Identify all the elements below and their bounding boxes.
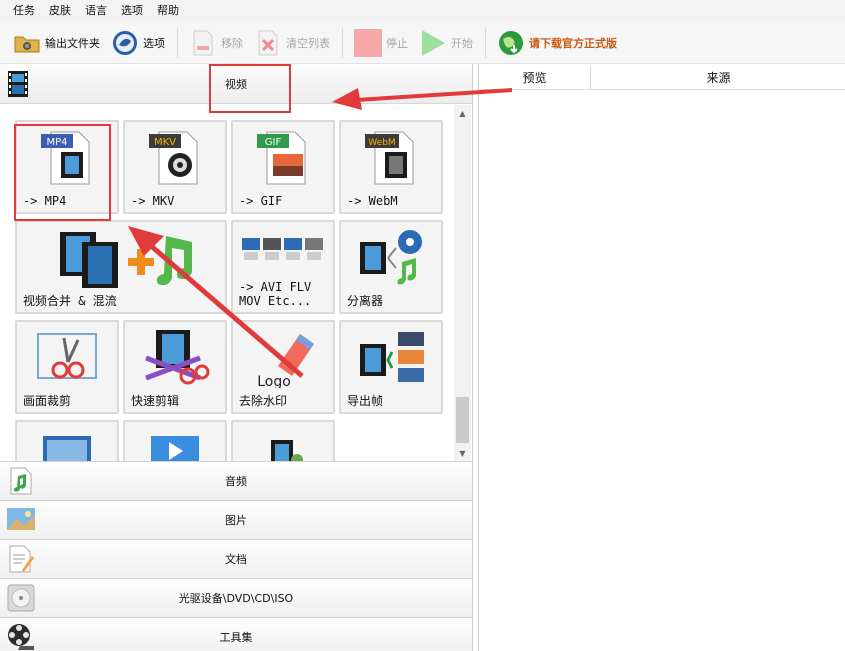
stop-button[interactable]: 停止 <box>349 26 412 60</box>
music-file-icon <box>6 466 36 496</box>
clear-list-icon <box>253 28 283 58</box>
gear-icon <box>110 28 140 58</box>
gif-file-icon: GIF <box>257 131 306 185</box>
to-mkv-label: -> MKV <box>131 194 175 208</box>
quick-cut-label: 快速剪辑 <box>131 394 180 408</box>
clear-list-label: 清空列表 <box>286 36 330 50</box>
to-gif-tile[interactable]: GIF -> GIF <box>231 120 335 214</box>
toolset-category[interactable]: 工具集 <box>0 617 472 651</box>
remove-label: 移除 <box>221 36 243 50</box>
export-frames-label: 导出帧 <box>347 394 384 408</box>
audio-category[interactable]: 音频 <box>0 461 472 500</box>
to-webm-tile[interactable]: WebM -> WebM <box>339 120 443 214</box>
play-icon <box>418 28 448 58</box>
file-list-panel[interactable]: 预览 来源 <box>478 64 845 651</box>
mkv-badge: MKV <box>154 137 176 148</box>
remove-watermark-tile[interactable]: Logo 去除水印 <box>231 320 335 414</box>
tool-tile[interactable] <box>123 420 227 461</box>
menu-options[interactable]: 选项 <box>114 0 150 22</box>
menu-bar: 任务 皮肤 语言 选项 帮助 <box>0 0 845 22</box>
stop-icon <box>353 28 383 58</box>
remove-icon <box>188 28 218 58</box>
image-category[interactable]: 图片 <box>0 500 472 539</box>
toolbar-separator <box>342 27 343 58</box>
splitter-label: 分离器 <box>347 294 384 308</box>
menu-language[interactable]: 语言 <box>78 0 114 22</box>
webm-badge: WebM <box>368 138 395 148</box>
crop-tile[interactable]: 画面裁剪 <box>15 320 119 414</box>
to-mkv-tile[interactable]: MKV -> MKV <box>123 120 227 214</box>
gif-badge: GIF <box>265 137 282 148</box>
folder-icon <box>12 28 42 58</box>
remove-button[interactable]: 移除 <box>184 26 247 60</box>
video-compress-icon <box>271 440 303 461</box>
tool-tile[interactable] <box>231 420 335 461</box>
menu-help[interactable]: 帮助 <box>150 0 186 22</box>
optical-drive-category[interactable]: 光驱设备\DVD\CD\ISO <box>0 578 472 617</box>
to-other-formats-tile[interactable]: -> AVI FLV MOV Etc... <box>231 220 335 314</box>
export-frames-tile[interactable]: 导出帧 <box>339 320 443 414</box>
output-folder-label: 输出文件夹 <box>45 36 100 50</box>
scroll-up-icon[interactable]: ▲ <box>454 105 471 121</box>
menu-task[interactable]: 任务 <box>6 0 42 22</box>
toolbar-separator <box>177 27 178 58</box>
quick-cut-tile[interactable]: 快速剪辑 <box>123 320 227 414</box>
video-merge-icon <box>60 232 192 288</box>
scroll-thumb[interactable] <box>456 397 469 443</box>
to-other-formats-label: -> AVI FLV MOV Etc... <box>239 280 312 308</box>
options-button[interactable]: 选项 <box>106 26 169 60</box>
preview-column-header[interactable]: 预览 <box>479 66 591 90</box>
disc-drive-icon <box>6 583 36 613</box>
image-category-label: 图片 <box>225 514 247 527</box>
remove-watermark-label: 去除水印 <box>239 394 288 408</box>
download-official-button[interactable]: 请下载官方正式版 <box>492 26 621 60</box>
to-webm-label: -> WebM <box>347 194 398 208</box>
toolbar-separator <box>485 27 486 58</box>
video-header-highlight <box>209 64 291 113</box>
start-button[interactable]: 开始 <box>414 26 477 60</box>
start-label: 开始 <box>451 36 473 50</box>
mkv-file-icon: MKV <box>149 131 198 185</box>
video-player-icon <box>151 436 199 461</box>
crop-scissors-icon <box>37 333 97 379</box>
splitter-icon <box>360 230 422 285</box>
screen-record-icon <box>43 436 91 461</box>
document-pencil-icon <box>6 544 36 574</box>
crop-label: 画面裁剪 <box>23 394 72 408</box>
film-reel-icon <box>6 622 36 651</box>
options-label: 选项 <box>143 36 165 50</box>
source-column-header[interactable]: 来源 <box>591 66 845 90</box>
video-merge-label: 视频合并 & 混流 <box>23 294 117 308</box>
scroll-down-icon[interactable]: ▼ <box>454 445 471 461</box>
picture-icon <box>6 505 36 535</box>
menu-skin[interactable]: 皮肤 <box>42 0 78 22</box>
audio-category-label: 音频 <box>225 475 247 488</box>
mp4-tile-highlight <box>14 124 111 221</box>
quick-cut-icon <box>145 330 210 385</box>
clear-list-button[interactable]: 清空列表 <box>249 26 334 60</box>
splitter-tile[interactable]: 分离器 <box>339 220 443 314</box>
webm-file-icon: WebM <box>365 131 414 185</box>
toolbar: 输出文件夹 选项 移除 清空列表 停止 开始 请下载官方正式版 <box>0 22 845 64</box>
export-frames-icon <box>360 332 424 382</box>
film-strip-icon <box>6 69 34 99</box>
multi-format-icon <box>242 238 323 260</box>
document-category-label: 文档 <box>225 553 247 566</box>
eraser-icon: Logo <box>257 334 314 388</box>
toolset-category-label: 工具集 <box>219 631 253 644</box>
download-official-label: 请下载官方正式版 <box>529 36 617 50</box>
to-gif-label: -> GIF <box>239 194 283 208</box>
stop-label: 停止 <box>386 36 408 50</box>
output-folder-button[interactable]: 输出文件夹 <box>8 26 104 60</box>
optical-drive-category-label: 光驱设备\DVD\CD\ISO <box>178 592 294 605</box>
document-category[interactable]: 文档 <box>0 539 472 578</box>
tool-grid-scrollbar[interactable]: ▲ ▼ <box>454 105 471 461</box>
video-merge-tile[interactable]: 视频合并 & 混流 <box>15 220 227 314</box>
tool-tile[interactable] <box>15 420 119 461</box>
logo-text: Logo <box>257 374 291 388</box>
globe-download-icon <box>496 28 526 58</box>
